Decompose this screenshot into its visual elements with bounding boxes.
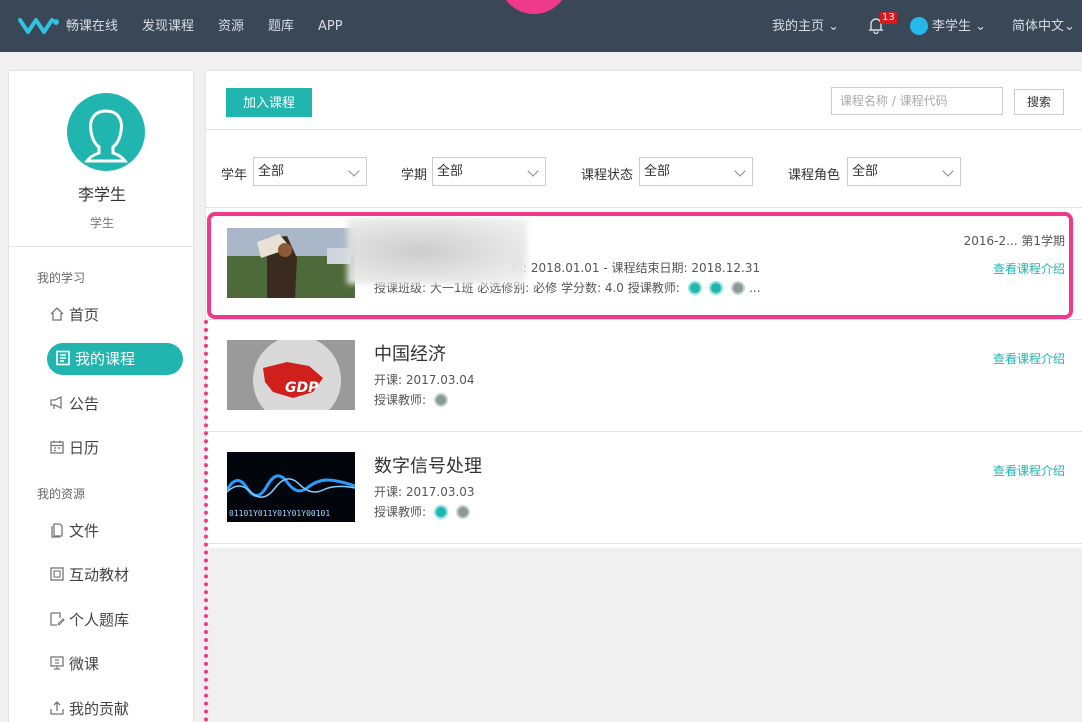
dotted-guide-marker [204,320,208,722]
sidebar-item-interactive-textbook[interactable]: 互动教材 [47,559,129,591]
chevron-down-icon [527,165,539,177]
brand-logo-icon[interactable] [18,14,60,40]
course-toolbar: 加入课程 搜索 [205,70,1082,130]
nav-resources[interactable]: 资源 [218,0,244,52]
filter-label-role: 课程角色 [788,168,841,183]
highlight-box-marker [207,212,1073,319]
course-title[interactable]: 数字信号处理 [374,452,482,478]
my-home-menu[interactable]: 我的主页 ⌄ [772,0,839,52]
sidebar-item-label: 文件 [69,522,100,540]
sidebar-item-files[interactable]: 文件 [47,515,99,547]
chevron-down-icon [734,165,746,177]
sidebar: 李学生 学生 我的学习 首页 我的课程 公告 日历 我的资源 文件 互动教材 个… [8,70,194,722]
sidebar-item-label: 我的课程 [75,350,136,368]
filter-select-year[interactable]: 全部 [253,157,367,186]
nav-app[interactable]: APP [318,0,343,52]
brand-name[interactable]: 畅课在线 [66,0,118,52]
teacher-avatar-icon[interactable] [433,393,448,407]
filter-select-role[interactable]: 全部 [847,157,961,186]
my-home-label: 我的主页 [772,19,825,34]
course-teachers: 授课教师: [374,391,448,408]
filter-value: 全部 [852,164,879,179]
sidebar-item-label: 互动教材 [69,566,130,584]
section-my-resources: 我的资源 [37,487,86,501]
sidebar-item-my-contributions[interactable]: 我的贡献 [47,693,129,722]
user-name-label: 李学生 [932,19,972,34]
course-row[interactable]: GDP 中国经济 开课: 2017.03.04 授课教师: 查看课程介绍 [206,320,1082,432]
teacher-avatar-icon[interactable] [455,505,470,519]
sidebar-item-label: 首页 [69,306,100,324]
micro-course-icon [49,650,65,670]
filter-label-term: 学期 [401,168,428,183]
profile-role: 学生 [89,216,114,230]
filter-label-status: 课程状态 [581,168,634,183]
filter-select-status[interactable]: 全部 [639,157,753,186]
teacher-label: 授课教师: [374,393,427,407]
sidebar-item-home[interactable]: 首页 [47,299,99,331]
course-teachers: 授课教师: [374,503,470,520]
course-book-icon [55,345,71,366]
filter-value: 全部 [258,164,285,179]
course-title[interactable]: 中国经济 [374,340,446,366]
calendar-icon [49,434,65,454]
course-thumbnail[interactable]: GDP [227,340,355,410]
course-thumbnail[interactable]: 01101Y011Y01Y01Y00101 [227,452,355,522]
textbook-icon [49,561,65,581]
language-label: 简体中文 [1012,19,1065,34]
sidebar-item-my-courses[interactable]: 我的课程 [47,343,183,375]
course-start-date: 开课: 2017.03.03 [374,485,475,499]
teacher-label: 授课教师: [374,505,427,519]
sidebar-item-personal-question-bank[interactable]: 个人题库 [47,604,129,636]
user-avatar-icon[interactable] [910,17,928,35]
profile-name: 李学生 [77,185,126,204]
course-search-input[interactable] [831,87,1003,115]
section-my-learning: 我的学习 [37,271,86,285]
chevron-down-icon [942,165,954,177]
teacher-avatar-icon[interactable] [433,505,448,519]
filter-label-year: 学年 [221,168,248,183]
view-course-intro-link[interactable]: 查看课程介绍 [993,350,1065,367]
search-button[interactable]: 搜索 [1014,89,1064,115]
notification-badge: 13 [880,12,897,24]
course-start-date: 开课: 2017.03.04 [374,373,475,387]
user-menu[interactable]: 李学生 ⌄ [932,0,986,52]
sidebar-item-label: 日历 [69,439,100,457]
filter-select-term[interactable]: 全部 [432,157,546,186]
gdp-label: GDP [285,380,319,396]
binary-label: 01101Y011Y01Y01Y00101 [229,509,330,518]
language-menu[interactable]: 简体中文⌄ [1012,0,1075,52]
home-icon [49,301,65,321]
join-course-button[interactable]: 加入课程 [226,88,312,117]
filter-value: 全部 [437,164,464,179]
nav-question-bank[interactable]: 题库 [268,0,294,52]
filter-value: 全部 [644,164,671,179]
sidebar-item-label: 个人题库 [69,611,130,629]
sidebar-item-label: 公告 [69,395,100,413]
view-course-intro-link[interactable]: 查看课程介绍 [993,462,1065,479]
divider [9,246,193,247]
sidebar-item-label: 我的贡献 [69,700,130,718]
course-row[interactable]: 01101Y011Y01Y01Y00101 数字信号处理 开课: 2017.03… [206,432,1082,544]
megaphone-icon [49,390,65,410]
edit-list-icon [49,606,65,626]
nav-discover[interactable]: 发现课程 [142,0,194,52]
file-icon [49,517,65,538]
sidebar-item-calendar[interactable]: 日历 [47,432,99,464]
user-avatar [67,93,145,171]
sidebar-item-micro-course[interactable]: 微课 [47,648,99,680]
sidebar-item-label: 微课 [69,655,100,673]
sidebar-item-announcements[interactable]: 公告 [47,388,99,420]
course-filters: 学年 全部 学期 全部 课程状态 全部 课程角色 全部 [205,130,1082,208]
chevron-down-icon [348,165,360,177]
upload-icon [49,695,65,715]
